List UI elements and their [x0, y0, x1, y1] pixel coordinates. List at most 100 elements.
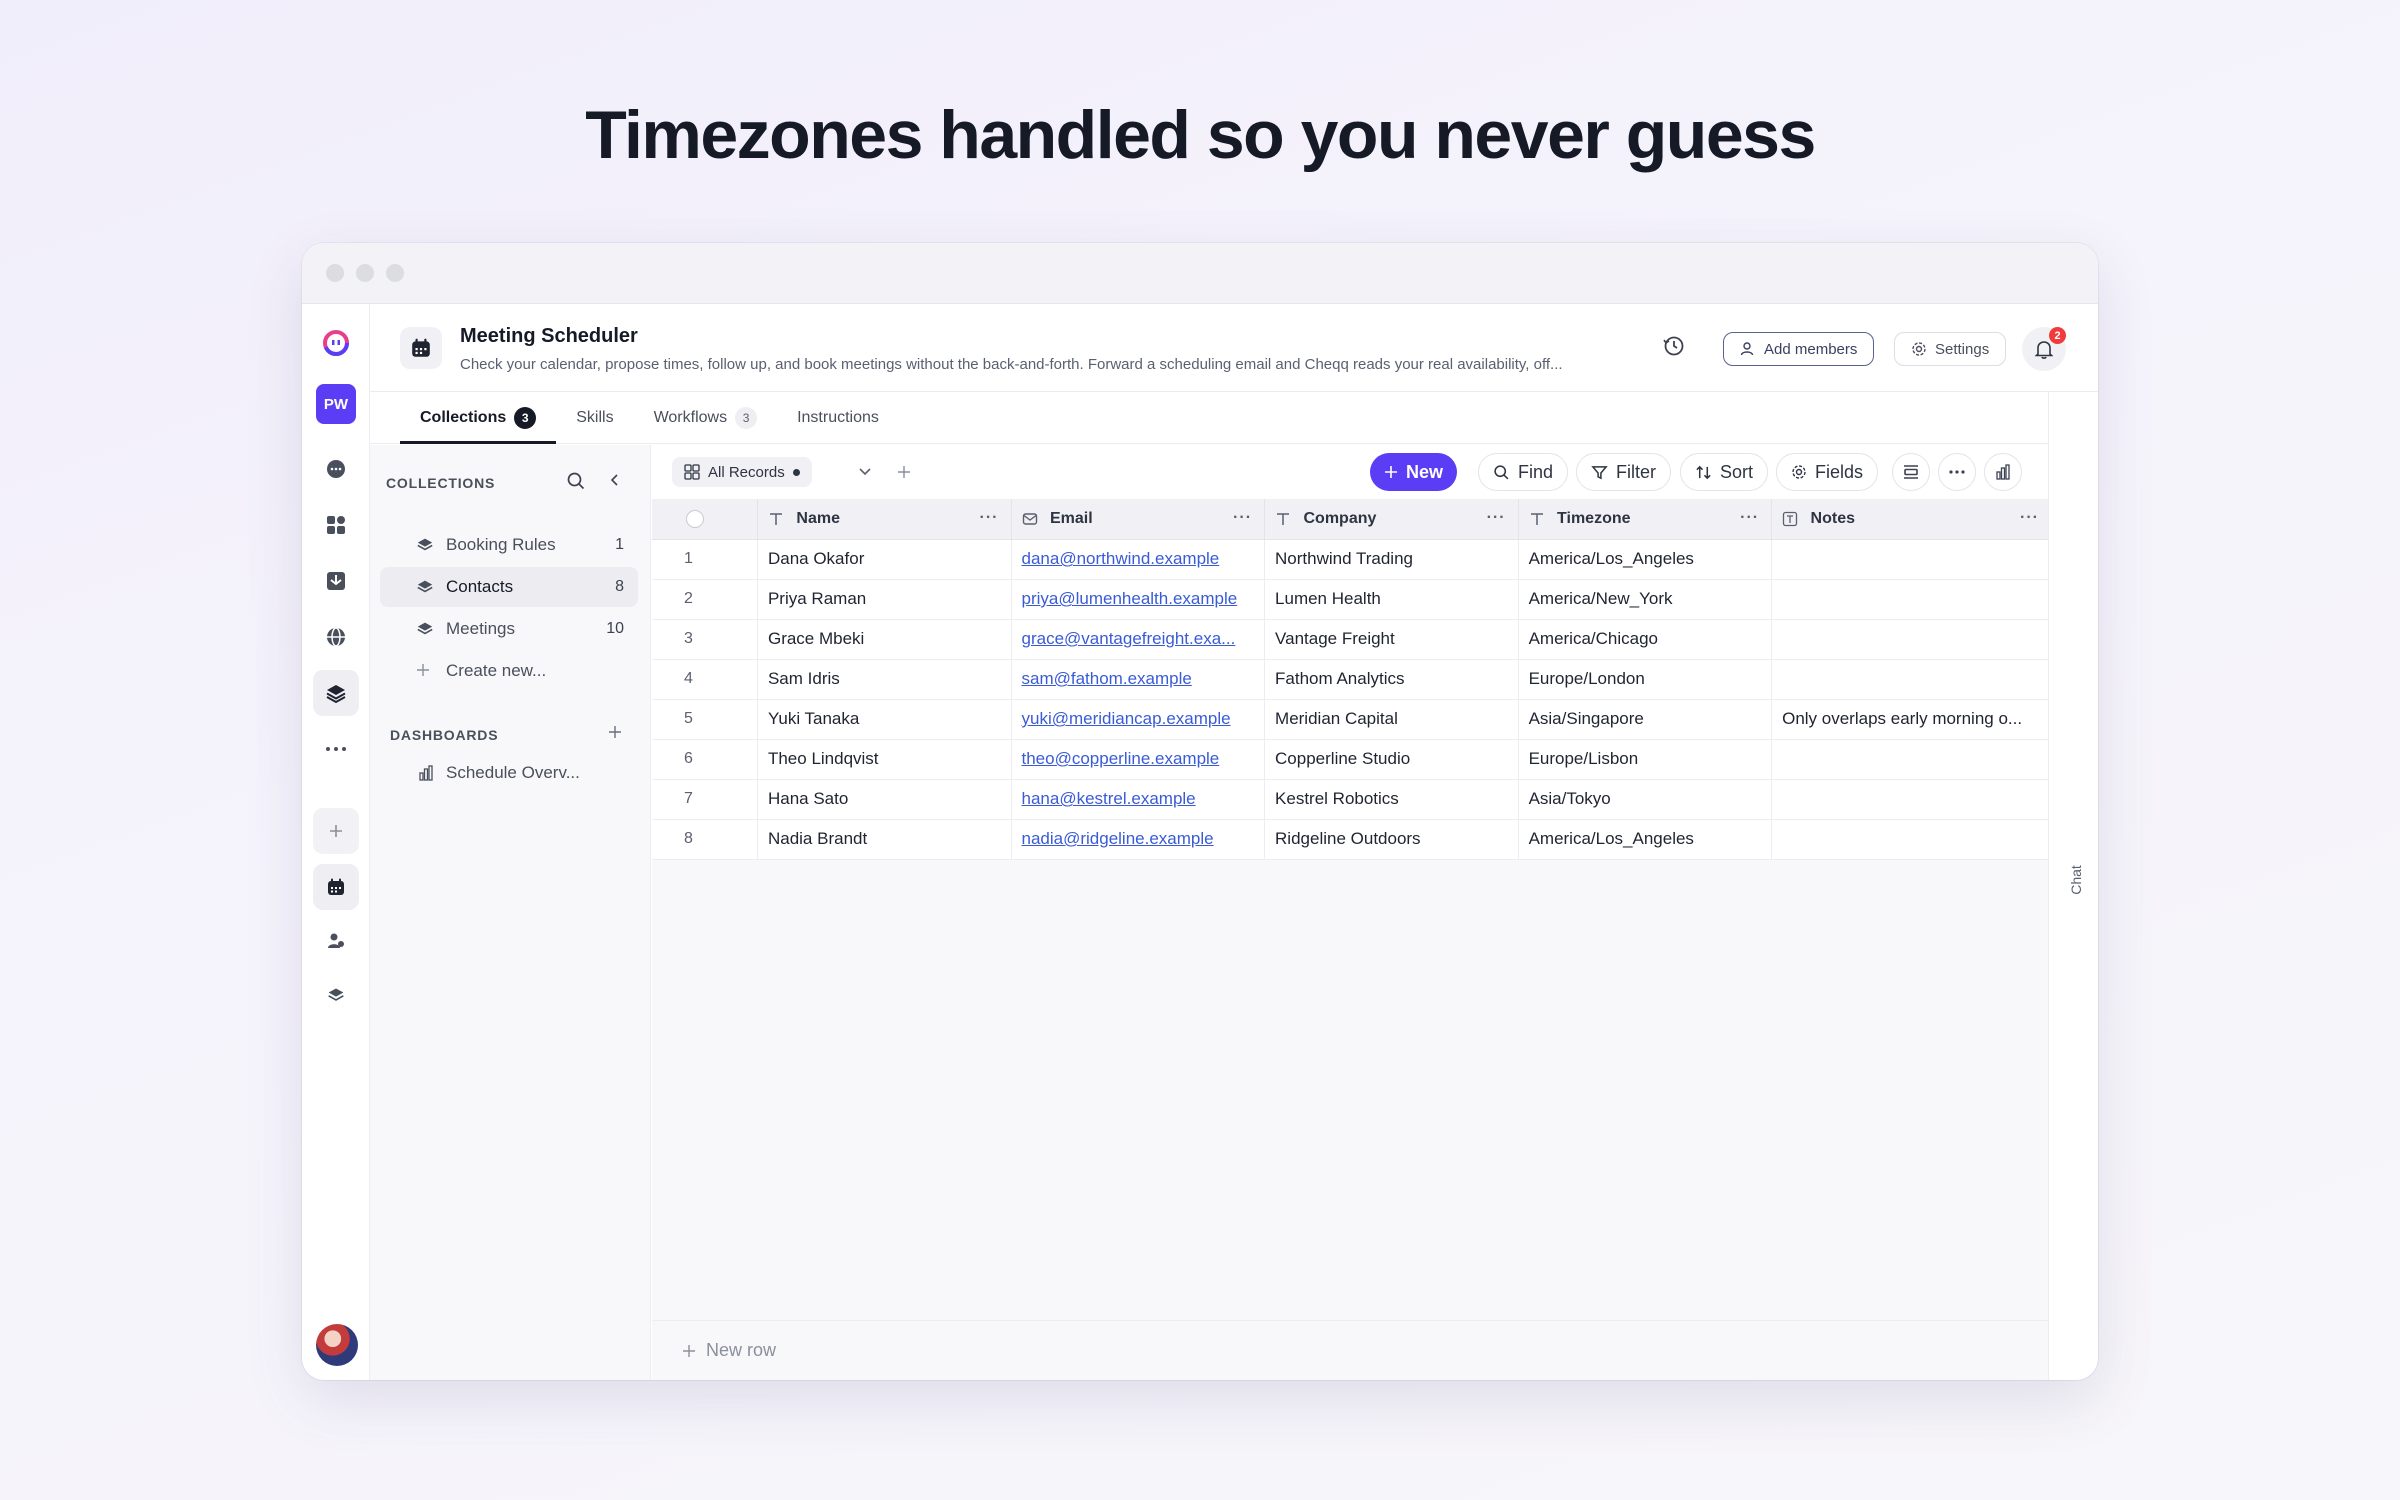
table-row[interactable]: 8 Nadia Brandt nadia@ridgeline.example Ridg… [652, 819, 2052, 860]
chat-sidebar-toggle[interactable]: Chat [2048, 392, 2098, 1380]
cell-notes[interactable]: Only overlaps early morning o... [1771, 699, 2052, 740]
workspace-avatar[interactable]: PW [316, 384, 356, 424]
tab-workflows[interactable]: Workflows 3 [634, 392, 778, 443]
collapse-panel-icon[interactable] [606, 471, 624, 494]
window-minimize-dot[interactable] [356, 264, 374, 282]
cell-notes[interactable] [1771, 619, 2052, 660]
column-menu-icon[interactable]: ··· [1233, 509, 1252, 527]
chart-view-button[interactable] [1984, 453, 2022, 491]
window-close-dot[interactable] [326, 264, 344, 282]
cell-timezone[interactable]: America/Los_Angeles [1518, 819, 1773, 860]
collection-item-meetings[interactable]: Meetings 10 [380, 609, 638, 649]
people-app-icon[interactable] [313, 918, 359, 964]
cell-email[interactable]: nadia@ridgeline.example [1011, 819, 1266, 860]
sort-button[interactable]: Sort [1680, 453, 1769, 491]
cell-email[interactable]: dana@northwind.example [1011, 539, 1266, 580]
create-new-collection[interactable]: Create new... [380, 651, 638, 691]
tab-collections[interactable]: Collections 3 [400, 392, 557, 444]
column-menu-icon[interactable]: ··· [980, 509, 999, 527]
cell-name[interactable]: Dana Okafor [757, 539, 1012, 580]
fields-button[interactable]: Fields [1776, 453, 1879, 491]
collection-item-contacts[interactable]: Contacts 8 [380, 567, 638, 607]
cell-name[interactable]: Theo Lindqvist [757, 739, 1012, 780]
cell-timezone[interactable]: Europe/Lisbon [1518, 739, 1773, 780]
column-header-notes[interactable]: Notes ··· [1771, 499, 2052, 540]
history-icon[interactable] [1662, 334, 1686, 363]
apps-grid-icon[interactable] [313, 502, 359, 548]
cell-timezone[interactable]: Asia/Tokyo [1518, 779, 1773, 820]
cell-company[interactable]: Kestrel Robotics [1264, 779, 1519, 820]
chevron-down-icon[interactable] [857, 463, 873, 484]
more-icon[interactable] [313, 726, 359, 772]
calendar-app-icon[interactable] [313, 864, 359, 910]
cell-company[interactable]: Ridgeline Outdoors [1264, 819, 1519, 860]
table-row[interactable]: 2 Priya Raman priya@lumenhealth.example Lum… [652, 579, 2052, 620]
table-row[interactable]: 6 Theo Lindqvist theo@copperline.example Co… [652, 739, 2052, 780]
cell-email[interactable]: theo@copperline.example [1011, 739, 1266, 780]
column-header-email[interactable]: Email ··· [1011, 499, 1266, 540]
cell-notes[interactable] [1771, 539, 2052, 580]
tab-skills[interactable]: Skills [556, 392, 633, 443]
tab-instructions[interactable]: Instructions [777, 392, 899, 443]
column-header-company[interactable]: Company ··· [1264, 499, 1519, 540]
globe-icon[interactable] [313, 614, 359, 660]
add-view-icon[interactable] [897, 457, 911, 485]
select-all-checkbox[interactable] [686, 509, 704, 528]
table-row[interactable]: 5 Yuki Tanaka yuki@meridiancap.example Meri… [652, 699, 2052, 740]
cell-notes[interactable] [1771, 659, 2052, 700]
cell-timezone[interactable]: Asia/Singapore [1518, 699, 1773, 740]
cell-timezone[interactable]: America/New_York [1518, 579, 1773, 620]
column-menu-icon[interactable]: ··· [1740, 509, 1759, 527]
filter-button[interactable]: Filter [1576, 453, 1671, 491]
new-row-button[interactable]: New row [652, 1320, 2048, 1380]
column-header-timezone[interactable]: Timezone ··· [1518, 499, 1773, 540]
cell-email[interactable]: yuki@meridiancap.example [1011, 699, 1266, 740]
cell-name[interactable]: Hana Sato [757, 779, 1012, 820]
logo-icon[interactable] [313, 320, 359, 366]
search-icon[interactable] [566, 471, 586, 496]
new-record-button[interactable]: New [1370, 453, 1458, 491]
cell-email[interactable]: hana@kestrel.example [1011, 779, 1266, 820]
view-selector[interactable]: All Records [672, 457, 812, 487]
cell-company[interactable]: Meridian Capital [1264, 699, 1519, 740]
collection-item-booking-rules[interactable]: Booking Rules 1 [380, 525, 638, 565]
table-row[interactable]: 7 Hana Sato hana@kestrel.example Kestrel Ro… [652, 779, 2052, 820]
cell-name[interactable]: Sam Idris [757, 659, 1012, 700]
cell-timezone[interactable]: America/Chicago [1518, 619, 1773, 660]
cell-company[interactable]: Vantage Freight [1264, 619, 1519, 660]
cell-notes[interactable] [1771, 819, 2052, 860]
table-row[interactable]: 1 Dana Okafor dana@northwind.example Northw… [652, 539, 2052, 580]
add-app-icon[interactable] [313, 808, 359, 854]
cell-notes[interactable] [1771, 579, 2052, 620]
cell-notes[interactable] [1771, 779, 2052, 820]
inbox-icon[interactable] [313, 558, 359, 604]
row-height-button[interactable] [1892, 453, 1930, 491]
collections-icon[interactable] [313, 670, 359, 716]
dashboard-item-schedule-overview[interactable]: Schedule Overv... [380, 753, 638, 793]
add-members-button[interactable]: Add members [1723, 332, 1875, 366]
more-options-button[interactable] [1938, 453, 1976, 491]
cell-name[interactable]: Nadia Brandt [757, 819, 1012, 860]
cell-name[interactable]: Yuki Tanaka [757, 699, 1012, 740]
cell-notes[interactable] [1771, 739, 2052, 780]
cell-email[interactable]: priya@lumenhealth.example [1011, 579, 1266, 620]
layers-app-icon[interactable] [313, 972, 359, 1018]
window-zoom-dot[interactable] [386, 264, 404, 282]
cell-company[interactable]: Copperline Studio [1264, 739, 1519, 780]
cell-company[interactable]: Fathom Analytics [1264, 659, 1519, 700]
settings-button[interactable]: Settings [1894, 332, 2007, 366]
cell-company[interactable]: Lumen Health [1264, 579, 1519, 620]
column-header-name[interactable]: Name ··· [757, 499, 1012, 540]
user-avatar[interactable] [316, 1324, 358, 1366]
cell-email[interactable]: sam@fathom.example [1011, 659, 1266, 700]
column-menu-icon[interactable]: ··· [1487, 509, 1506, 527]
chat-icon[interactable] [313, 446, 359, 492]
table-row[interactable]: 4 Sam Idris sam@fathom.example Fathom Analy… [652, 659, 2052, 700]
cell-email[interactable]: grace@vantagefreight.exa... [1011, 619, 1266, 660]
cell-name[interactable]: Priya Raman [757, 579, 1012, 620]
find-button[interactable]: Find [1478, 453, 1569, 491]
cell-company[interactable]: Northwind Trading [1264, 539, 1519, 580]
cell-name[interactable]: Grace Mbeki [757, 619, 1012, 660]
table-row[interactable]: 3 Grace Mbeki grace@vantagefreight.exa... V… [652, 619, 2052, 660]
select-all-header[interactable] [652, 499, 758, 540]
